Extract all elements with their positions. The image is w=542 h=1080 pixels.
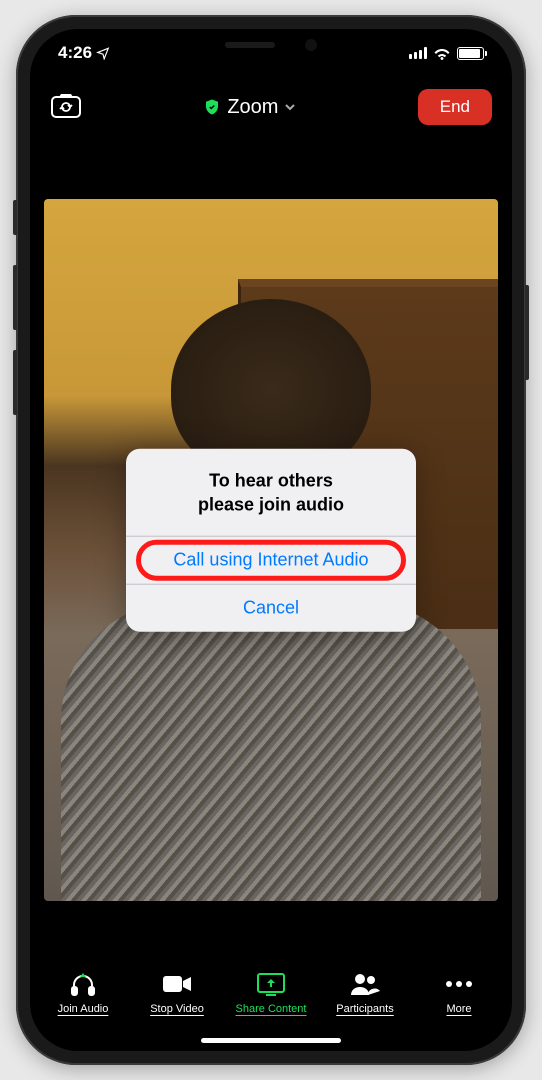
more-horizontal-icon xyxy=(445,980,473,988)
toolbar-label: Stop Video xyxy=(150,1003,204,1015)
headphones-up-icon xyxy=(69,970,97,998)
share-screen-icon xyxy=(256,971,286,997)
notch xyxy=(166,29,376,61)
volume-up-button xyxy=(13,265,17,330)
bottom-toolbar: Join Audio Stop Video Share Content Part… xyxy=(30,948,512,1023)
flip-camera-button[interactable] xyxy=(50,91,82,124)
toolbar-label: Share Content xyxy=(236,1003,307,1015)
front-camera xyxy=(305,39,317,51)
location-arrow-icon xyxy=(96,46,110,60)
volume-down-button xyxy=(13,350,17,415)
power-button xyxy=(525,285,529,380)
toolbar-label: Join Audio xyxy=(58,1003,109,1015)
participant-body xyxy=(61,601,481,901)
app-header: Zoom End xyxy=(30,77,512,137)
share-content-button[interactable]: Share Content xyxy=(226,969,316,1015)
shield-check-icon xyxy=(203,98,221,116)
participants-button[interactable]: Participants xyxy=(320,969,410,1015)
stop-video-button[interactable]: Stop Video xyxy=(132,969,222,1015)
status-time: 4:26 xyxy=(58,43,92,63)
meeting-title-button[interactable]: Zoom xyxy=(203,96,296,119)
speaker-grille xyxy=(225,42,275,48)
meeting-title: Zoom xyxy=(227,96,278,119)
screen: 4:26 Zoom xyxy=(30,29,512,1051)
participants-icon xyxy=(350,972,380,996)
dialog-title: To hear others please join audio xyxy=(126,449,416,536)
silent-switch xyxy=(13,200,17,235)
phone-frame: 4:26 Zoom xyxy=(16,15,526,1065)
end-meeting-button[interactable]: End xyxy=(418,89,492,125)
wifi-icon xyxy=(433,47,451,60)
join-audio-button[interactable]: Join Audio xyxy=(38,969,128,1015)
toolbar-label: Participants xyxy=(336,1003,393,1015)
battery-icon xyxy=(457,47,484,60)
cancel-button[interactable]: Cancel xyxy=(126,583,416,631)
flip-camera-icon xyxy=(50,91,82,119)
call-internet-audio-button[interactable]: Call using Internet Audio xyxy=(126,535,416,583)
toolbar-label: More xyxy=(446,1003,471,1015)
join-audio-dialog: To hear others please join audio Call us… xyxy=(126,449,416,632)
more-button[interactable]: More xyxy=(414,969,504,1015)
chevron-down-icon xyxy=(284,103,296,111)
video-camera-icon xyxy=(162,973,192,995)
cellular-signal-icon xyxy=(409,47,427,59)
home-indicator[interactable] xyxy=(201,1038,341,1043)
